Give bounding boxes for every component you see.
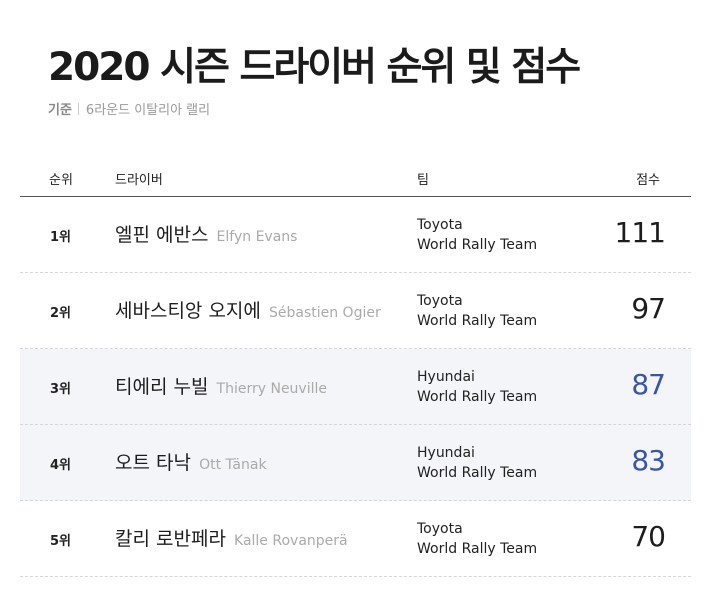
table-row: 4위 오트 타낙 Ott Tänak Hyundai World Rally T… xyxy=(20,425,691,501)
driver-cell: 엘핀 에반스 Elfyn Evans xyxy=(115,220,297,247)
header-driver: 드라이버 xyxy=(115,173,163,188)
team-suffix: World Rally Team xyxy=(417,541,538,557)
rank-cell: 1위 xyxy=(50,230,72,245)
driver-cell: 세바스티앙 오지에 Sébastien Ogier xyxy=(115,296,381,323)
team-suffix: World Rally Team xyxy=(417,389,538,405)
score-cell: 83 xyxy=(631,444,666,477)
team-cell: Toyota World Rally Team xyxy=(417,519,537,559)
subtitle-label: 기준 xyxy=(48,103,72,118)
driver-name-en: Elfyn Evans xyxy=(216,229,298,245)
score-cell: 97 xyxy=(631,292,666,325)
team-cell: Hyundai World Rally Team xyxy=(417,443,537,483)
driver-name-ko: 티에리 누빌 xyxy=(115,376,209,398)
driver-name-ko: 세바스티앙 오지에 xyxy=(115,300,261,322)
page-title: 2020 시즌 드라이버 순위 및 점수 xyxy=(48,45,581,90)
driver-cell: 칼리 로반페라 Kalle Rovanperä xyxy=(115,524,348,551)
driver-name-ko: 오트 타낙 xyxy=(115,452,191,474)
team-suffix: World Rally Team xyxy=(417,313,538,329)
score-cell: 87 xyxy=(631,368,666,401)
standings-table: 순위 드라이버 팀 점수 1위 엘핀 에반스 Elfyn Evans Toyot… xyxy=(20,160,691,577)
driver-name-en: Ott Tänak xyxy=(199,457,267,473)
subtitle-divider xyxy=(77,102,79,115)
header-score: 점수 xyxy=(636,173,660,188)
rank-cell: 3위 xyxy=(50,382,72,397)
team-cell: Toyota World Rally Team xyxy=(417,215,537,255)
rank-cell: 4위 xyxy=(50,458,72,473)
table-header: 순위 드라이버 팀 점수 xyxy=(20,160,691,197)
score-cell: 111 xyxy=(614,216,666,249)
team-suffix: World Rally Team xyxy=(417,237,538,253)
table-row: 2위 세바스티앙 오지에 Sébastien Ogier Toyota Worl… xyxy=(20,273,691,349)
team-name: Toyota xyxy=(417,293,463,309)
driver-cell: 오트 타낙 Ott Tänak xyxy=(115,448,267,475)
header-rank: 순위 xyxy=(49,173,73,188)
score-cell: 70 xyxy=(631,520,666,553)
team-name: Hyundai xyxy=(417,369,475,385)
team-cell: Toyota World Rally Team xyxy=(417,291,537,331)
driver-cell: 티에리 누빌 Thierry Neuville xyxy=(115,372,327,399)
driver-name-ko: 엘핀 에반스 xyxy=(115,224,209,246)
driver-name-en: Kalle Rovanperä xyxy=(234,533,348,549)
team-cell: Hyundai World Rally Team xyxy=(417,367,537,407)
driver-name-en: Thierry Neuville xyxy=(216,381,328,397)
rank-cell: 5위 xyxy=(50,534,72,549)
team-name: Toyota xyxy=(417,217,463,233)
table-row: 3위 티에리 누빌 Thierry Neuville Hyundai World… xyxy=(20,349,691,425)
team-suffix: World Rally Team xyxy=(417,465,538,481)
table-row: 1위 엘핀 에반스 Elfyn Evans Toyota World Rally… xyxy=(20,197,691,273)
header-team: 팀 xyxy=(417,173,429,188)
table-row: 5위 칼리 로반페라 Kalle Rovanperä Toyota World … xyxy=(20,501,691,577)
driver-name-ko: 칼리 로반페라 xyxy=(115,528,226,550)
rank-cell: 2위 xyxy=(50,306,72,321)
team-name: Hyundai xyxy=(417,445,475,461)
subtitle-value: 6라운드 이탈리아 랠리 xyxy=(85,103,211,118)
subtitle: 기준 6라운드 이탈리아 랠리 xyxy=(48,99,210,118)
team-name: Toyota xyxy=(417,521,463,537)
driver-name-en: Sébastien Ogier xyxy=(268,305,381,321)
